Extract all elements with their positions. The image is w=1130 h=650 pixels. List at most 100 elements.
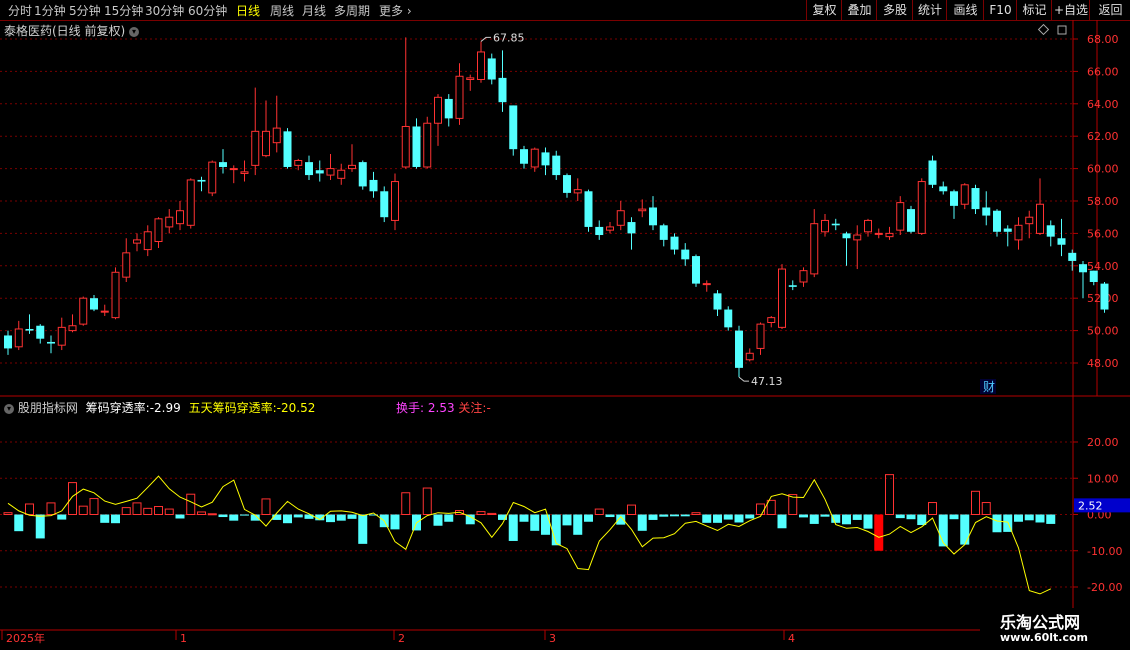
candle-body bbox=[520, 149, 528, 164]
indicator-bar bbox=[111, 514, 120, 524]
indicator-bar bbox=[885, 474, 894, 515]
candle-body bbox=[477, 51, 485, 80]
candle-body bbox=[874, 232, 883, 235]
candle-body bbox=[90, 298, 98, 310]
toolbar-button-3[interactable]: 统计 bbox=[912, 0, 947, 20]
toolbar-button-8[interactable]: 返回 bbox=[1089, 0, 1130, 20]
candle-body bbox=[348, 164, 356, 170]
toolbar-button-4[interactable]: 画线 bbox=[946, 0, 984, 20]
price-tick-label: 50.00 bbox=[1087, 325, 1119, 338]
indicator-bar bbox=[444, 514, 454, 522]
candle-body bbox=[702, 283, 711, 286]
candle-body bbox=[154, 218, 163, 243]
time-tick-label: 2025年 bbox=[6, 631, 45, 645]
tab-2[interactable]: 5分钟 bbox=[69, 2, 101, 19]
candle-body bbox=[821, 219, 829, 233]
candle-body bbox=[498, 77, 507, 103]
candle-body bbox=[692, 256, 700, 284]
candle-body bbox=[552, 155, 561, 176]
candle-body bbox=[326, 168, 335, 176]
indicator-bar bbox=[627, 504, 636, 516]
candle-body bbox=[638, 208, 647, 212]
indicator-tick-label: -20.00 bbox=[1087, 581, 1122, 594]
candle-body bbox=[1036, 203, 1044, 234]
indicator-bar bbox=[283, 514, 292, 524]
toolbar-button-2[interactable]: 多股 bbox=[876, 0, 913, 20]
indicator-bar bbox=[143, 507, 153, 515]
candle-body bbox=[853, 234, 862, 241]
candle-body bbox=[369, 179, 378, 192]
indicator-bar bbox=[207, 513, 217, 516]
indicator-bar bbox=[756, 503, 765, 515]
indicator-bar bbox=[218, 514, 228, 518]
candle-body bbox=[1100, 283, 1109, 310]
candle-body bbox=[616, 210, 625, 226]
indicator-bar bbox=[637, 514, 647, 531]
indicator-bar bbox=[401, 492, 411, 515]
toolbar-button-1[interactable]: 叠加 bbox=[841, 0, 877, 20]
indicator-bar bbox=[777, 514, 787, 529]
candle-body bbox=[133, 239, 141, 244]
indicator-bar bbox=[584, 514, 593, 522]
candle-body bbox=[401, 125, 410, 168]
tab-7[interactable]: 周线 bbox=[270, 2, 294, 19]
indicator-bar bbox=[723, 514, 733, 520]
candle-body bbox=[573, 189, 582, 194]
candle-body bbox=[649, 207, 657, 226]
candle-body bbox=[606, 226, 614, 231]
tab-10[interactable]: 更多 › bbox=[379, 2, 412, 19]
candle-body bbox=[993, 210, 1001, 232]
indicator-bar bbox=[831, 514, 841, 523]
tab-1[interactable]: 1分钟 bbox=[34, 2, 66, 19]
candle-body bbox=[767, 317, 776, 324]
candle-body bbox=[595, 226, 604, 236]
diamond-icon[interactable] bbox=[1037, 23, 1050, 36]
indicator-bar bbox=[14, 514, 24, 532]
indicator-bar bbox=[68, 482, 77, 516]
candle-body bbox=[627, 222, 636, 234]
indicator-bar bbox=[594, 508, 604, 515]
tab-9[interactable]: 多周期 bbox=[334, 2, 370, 19]
candle-body bbox=[283, 131, 292, 167]
square-icon[interactable] bbox=[1057, 25, 1067, 35]
tab-4[interactable]: 30分钟 bbox=[145, 2, 184, 19]
indicator-bar bbox=[971, 490, 980, 515]
toolbar-button-7[interactable]: +自选 bbox=[1051, 0, 1090, 20]
indicator-bar bbox=[863, 514, 873, 529]
watermark-title: 乐淘公式网 bbox=[1000, 613, 1081, 632]
tab-0[interactable]: 分时 bbox=[8, 2, 32, 19]
indicator-bar bbox=[519, 514, 529, 522]
candle-body bbox=[584, 191, 593, 227]
tab-5[interactable]: 60分钟 bbox=[188, 2, 227, 19]
indicator-bar bbox=[326, 514, 335, 523]
indicator-bar bbox=[347, 514, 357, 519]
candle-body bbox=[982, 207, 991, 216]
candle-body bbox=[670, 236, 679, 250]
indicator-bar bbox=[100, 514, 110, 523]
candle-body bbox=[530, 148, 539, 168]
indicator-bar bbox=[691, 512, 701, 515]
indicator-bar bbox=[809, 514, 819, 524]
low-pointer bbox=[738, 376, 749, 382]
indicator-bar bbox=[713, 514, 722, 523]
candle-body bbox=[57, 326, 66, 346]
indicator-bar bbox=[734, 514, 744, 523]
candle-body bbox=[810, 223, 819, 275]
indicator-current-value: 2.52 bbox=[1078, 499, 1103, 512]
indicator-bar bbox=[121, 507, 131, 515]
candle-body bbox=[541, 152, 550, 166]
kline-chart[interactable]: 68.0066.0064.0062.0060.0058.0056.0054.00… bbox=[0, 20, 1130, 650]
tab-3[interactable]: 15分钟 bbox=[104, 2, 143, 19]
tab-6[interactable]: 日线 bbox=[236, 2, 260, 19]
indicator-bar bbox=[960, 514, 970, 545]
toolbar-button-0[interactable]: 复权 bbox=[806, 0, 842, 20]
indicator-bar bbox=[745, 514, 755, 519]
candle-body bbox=[509, 105, 518, 150]
candle-body bbox=[315, 170, 324, 174]
tab-8[interactable]: 月线 bbox=[302, 2, 326, 19]
indicator-bar bbox=[465, 514, 475, 525]
candle-body bbox=[917, 181, 926, 234]
toolbar-button-6[interactable]: 标记 bbox=[1016, 0, 1052, 20]
toolbar-button-5[interactable]: F10 bbox=[983, 0, 1017, 20]
indicator-bar bbox=[433, 514, 443, 526]
